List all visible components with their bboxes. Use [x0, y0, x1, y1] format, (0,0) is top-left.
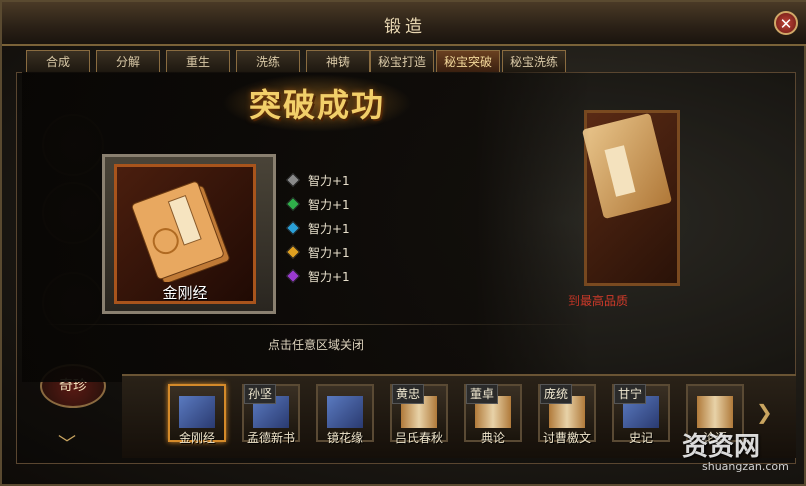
stat-text: 智力+1: [308, 246, 350, 260]
stat-text: 智力+1: [308, 270, 350, 284]
item-name: 金刚经: [162, 284, 208, 302]
window-title: 锻造: [384, 17, 426, 37]
item-owner-tag: 黄忠: [392, 384, 425, 404]
divider: [44, 324, 584, 325]
watermark-logo: 资资网: [682, 432, 761, 462]
stat-text: 智力+1: [308, 174, 350, 188]
stat-text: 智力+1: [308, 198, 350, 212]
tab-6[interactable]: 秘宝突破: [436, 50, 500, 72]
scroll-icon: [697, 396, 733, 428]
book-icon: [179, 396, 215, 428]
item-label: 讨曹檄文: [542, 431, 591, 445]
tab-2[interactable]: 重生: [166, 50, 230, 72]
forge-window: 锻造 ✕ 合成 分解 重生 洗练 神铸 秘宝打造 秘宝突破 秘宝洗练 奇珍 ﹀ 到最高品质 突…: [0, 0, 806, 486]
chevron-right-icon[interactable]: ❯: [756, 400, 773, 424]
success-banner: 突破成功: [248, 86, 385, 124]
tab-5[interactable]: 秘宝打造: [370, 50, 434, 72]
item-label: 金刚经: [178, 431, 215, 445]
chevron-down-icon[interactable]: ﹀: [58, 430, 76, 456]
item-owner-tag: 董卓: [466, 384, 499, 404]
tab-4[interactable]: 神铸: [306, 50, 370, 72]
close-icon[interactable]: ✕: [774, 11, 798, 35]
item-label: 典论: [480, 431, 505, 445]
item-owner-tag: 庞统: [540, 384, 573, 404]
tab-1[interactable]: 分解: [96, 50, 160, 72]
book-icon: [131, 181, 230, 282]
tab-7[interactable]: 秘宝洗练: [502, 50, 566, 72]
item-label: 镜花缘: [326, 431, 363, 445]
book-icon: [327, 396, 363, 428]
stat-text: 智力+1: [308, 222, 350, 236]
watermark-url: shuangzan.com: [702, 460, 789, 473]
close-hint[interactable]: 点击任意区域关闭: [268, 336, 364, 353]
title-bar: 锻造 ✕: [2, 2, 806, 46]
item-label: 史记: [628, 431, 653, 445]
item-label: 吕氏春秋: [394, 431, 443, 445]
item-label: 孟德新书: [246, 431, 295, 445]
item-owner-tag: 甘宁: [614, 384, 647, 404]
item-owner-tag: 孙坚: [244, 384, 277, 404]
tab-3[interactable]: 洗练: [236, 50, 300, 72]
tab-0[interactable]: 合成: [26, 50, 90, 72]
